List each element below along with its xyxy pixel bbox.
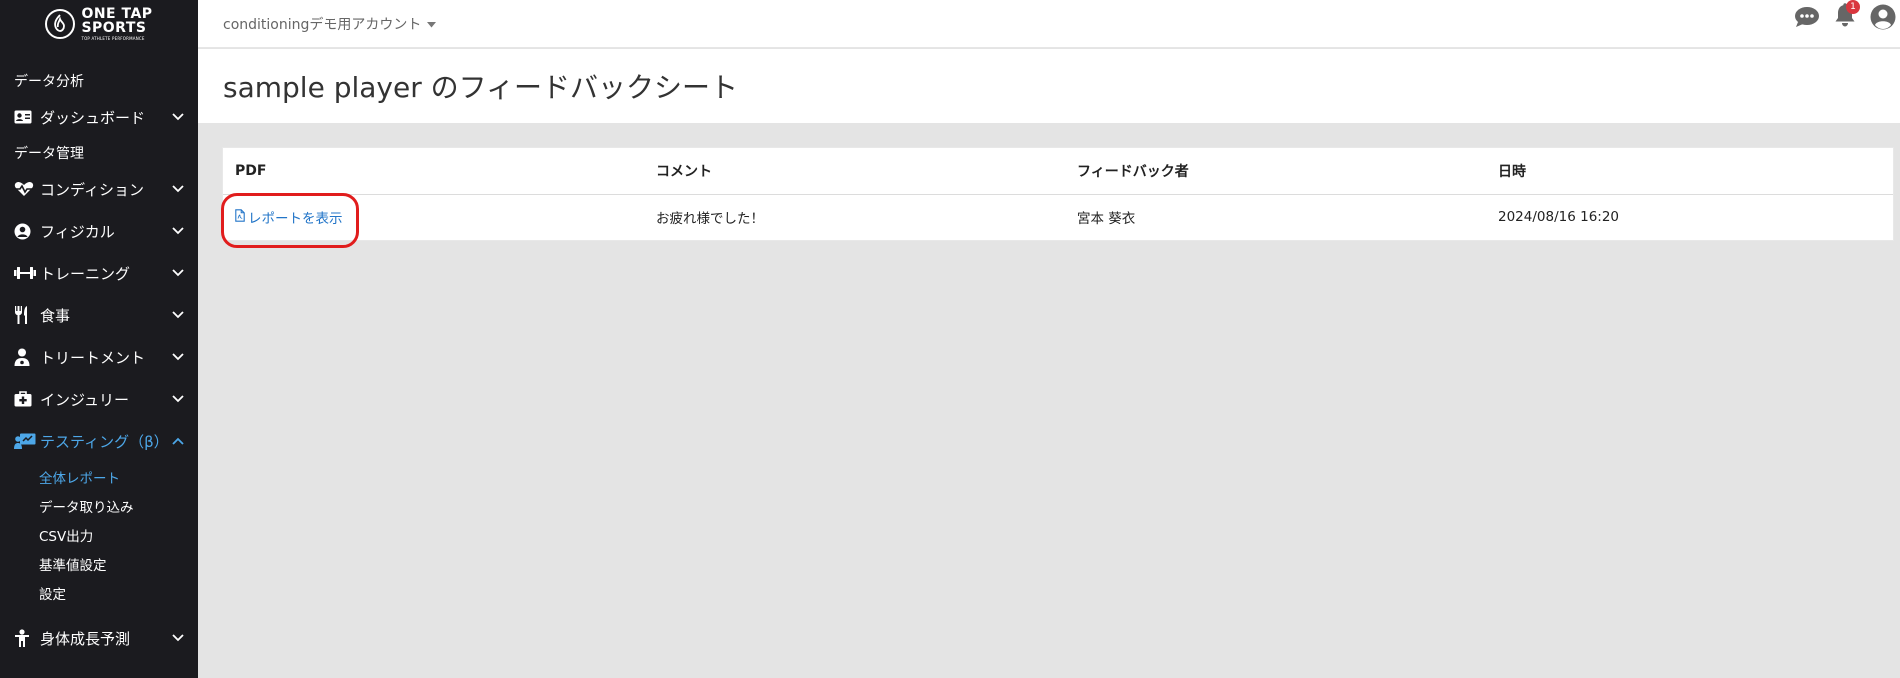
chevron-down-icon xyxy=(172,393,184,405)
sidebar: ONE TAP SPORTS TOP ATHLETE PERFORMANCE デ… xyxy=(0,0,198,678)
section-data-analysis: データ分析 xyxy=(14,74,84,90)
sidebar-item-injury[interactable]: インジュリー xyxy=(0,378,198,420)
sidebar-item-treatment[interactable]: トリートメント xyxy=(0,336,198,378)
user-doctor-icon xyxy=(14,348,36,366)
chevron-down-icon xyxy=(172,225,184,237)
user-account-icon[interactable] xyxy=(1870,4,1896,30)
logo-icon xyxy=(45,9,76,39)
column-header-datetime: 日時 xyxy=(1486,148,1893,195)
cell-author: 宮本 葵衣 xyxy=(1077,211,1136,228)
sidebar-item-dashboard[interactable]: ダッシュボード xyxy=(0,96,198,138)
logo-line1: ONE TAP xyxy=(81,6,153,22)
table-row: レポートを表示 お疲れ様でした！ 宮本 葵衣 2024/08/16 16:20 xyxy=(223,194,1893,240)
sidebar-subitem-settings[interactable]: 設定 xyxy=(0,578,198,607)
chevron-down-icon xyxy=(172,111,184,123)
child-growth-icon xyxy=(14,629,36,647)
sidebar-label-injury: インジュリー xyxy=(40,390,129,409)
column-header-pdf: PDF xyxy=(223,148,644,195)
sidebar-item-testing[interactable]: テスティング（β） xyxy=(0,420,198,462)
sidebar-label-growth: 身体成長予測 xyxy=(40,629,131,648)
sidebar-item-physical[interactable]: フィジカル xyxy=(0,210,198,252)
cell-pdf: レポートを表示 xyxy=(223,194,644,240)
sidebar-label-training: トレーニング xyxy=(40,264,131,283)
sidebar-label-testing: テスティング（β） xyxy=(40,432,169,451)
cell-datetime: 2024/08/16 16:20 xyxy=(1498,209,1620,226)
sidebar-item-meal[interactable]: 食事 xyxy=(0,294,198,336)
heartbeat-icon xyxy=(14,180,36,198)
dumbbell-icon xyxy=(14,264,36,282)
logo-text: ONE TAP SPORTS TOP ATHLETE PERFORMANCE xyxy=(81,7,152,41)
view-report-link[interactable]: レポートを表示 xyxy=(235,207,343,227)
logo-line2: SPORTS xyxy=(81,20,147,36)
sidebar-label-dashboard: ダッシュボード xyxy=(40,108,146,127)
logo-tagline: TOP ATHLETE PERFORMANCE xyxy=(81,36,145,41)
sidebar-item-training[interactable]: トレーニング xyxy=(0,252,198,294)
chevron-down-icon xyxy=(172,309,184,321)
feedback-table-card: PDF コメント フィードバック者 日時 レポートを表示 お疲れ様でした！ 宮本… xyxy=(222,147,1894,241)
view-report-label: レポートを表示 xyxy=(248,211,343,228)
column-header-comment: コメント xyxy=(644,148,1065,195)
user-circle-icon xyxy=(14,222,36,240)
header-icons: 1 xyxy=(1794,0,1900,34)
sidebar-subitem-data-import[interactable]: データ取り込み xyxy=(0,491,198,520)
account-selector[interactable]: conditioningデモ用アカウント xyxy=(223,14,437,34)
column-header-author: フィードバック者 xyxy=(1065,148,1486,195)
section-data-management: データ管理 xyxy=(14,146,84,162)
page-header: sample player のフィードバックシート xyxy=(198,49,1900,123)
sidebar-subitem-baseline-settings[interactable]: 基準値設定 xyxy=(0,549,198,578)
chevron-down-icon xyxy=(172,267,184,279)
app-logo[interactable]: ONE TAP SPORTS TOP ATHLETE PERFORMANCE xyxy=(0,0,198,48)
utensils-icon xyxy=(14,306,36,324)
feedback-table: PDF コメント フィードバック者 日時 レポートを表示 お疲れ様でした！ 宮本… xyxy=(223,148,1893,240)
page-title: sample player のフィードバックシート xyxy=(223,71,739,104)
sidebar-item-condition[interactable]: コンディション xyxy=(0,168,198,210)
chevron-down-icon xyxy=(172,632,184,644)
sidebar-subitem-overall-report[interactable]: 全体レポート xyxy=(0,462,198,491)
chalkboard-user-icon xyxy=(14,432,36,450)
chevron-up-icon xyxy=(172,435,184,447)
chevron-down-icon xyxy=(172,183,184,195)
sidebar-item-growth-prediction[interactable]: 身体成長予測 xyxy=(0,617,198,659)
sidebar-label-meal: 食事 xyxy=(40,306,71,325)
sidebar-label-condition: コンディション xyxy=(40,180,144,199)
cell-comment: お疲れ様でした！ xyxy=(656,211,764,228)
sidebar-subitem-csv-export[interactable]: CSV出力 xyxy=(0,520,198,549)
sidebar-label-treatment: トリートメント xyxy=(40,348,146,367)
table-header-row: PDF コメント フィードバック者 日時 xyxy=(223,148,1893,195)
caret-down-icon xyxy=(427,16,437,32)
account-name: conditioningデモ用アカウント xyxy=(223,16,422,33)
id-card-icon xyxy=(14,108,36,126)
sidebar-label-physical: フィジカル xyxy=(40,222,115,241)
notification-badge: 1 xyxy=(1846,0,1860,14)
medkit-icon xyxy=(14,390,36,408)
notification-bell[interactable]: 1 xyxy=(1832,0,1860,30)
file-pdf-icon xyxy=(235,209,245,226)
chat-icon[interactable] xyxy=(1794,4,1820,30)
top-bar: conditioningデモ用アカウント 1 xyxy=(198,0,1900,48)
chevron-down-icon xyxy=(172,351,184,363)
